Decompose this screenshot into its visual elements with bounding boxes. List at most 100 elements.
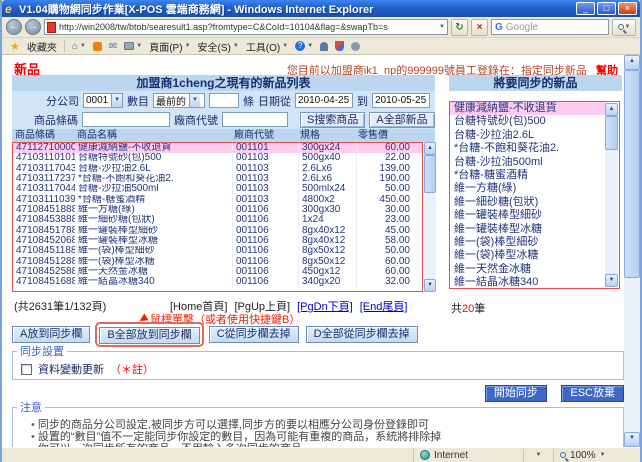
security-zone: Internet: [414, 449, 524, 462]
sync-list-item[interactable]: 維一方糖(綠): [450, 182, 606, 195]
date-to-input[interactable]: 2010-05-25: [372, 93, 430, 108]
date-to-label: 到: [357, 93, 368, 109]
sync-list-item[interactable]: 台糖-沙拉油2.6L: [450, 129, 606, 142]
mail-icon[interactable]: ✉: [109, 41, 117, 52]
table-row[interactable]: 4710311010105 台糖特號砂(包)500 001103 500gx40…: [13, 153, 422, 163]
menu-tools[interactable]: 工具(O) ▼: [246, 39, 288, 54]
sync-list-item[interactable]: 台糖特號砂(包)500: [450, 115, 606, 128]
cell-spec: 500mlx24: [298, 184, 356, 194]
browser-window: e V1.04購物網同步作業[X-POS 雲端商務網] - Windows In…: [0, 0, 642, 462]
back-button[interactable]: ←: [6, 19, 22, 35]
cell-vendor: 001106: [232, 226, 298, 236]
favorites-label[interactable]: 收藏夾: [27, 39, 57, 54]
count-input[interactable]: [209, 93, 239, 108]
address-dropdown-icon[interactable]: ▼: [439, 24, 445, 30]
table-row[interactable]: 4711271000090 健康減納鹽-不收退貨 001101 300gx24 …: [13, 143, 422, 153]
url-text[interactable]: http://win2008/tw/btob/searesult1.asp?fr…: [59, 22, 436, 32]
notice-legend: 注意: [17, 399, 45, 415]
minimize-button[interactable]: _: [576, 2, 595, 15]
sync-list-item[interactable]: 台糖-沙拉油500ml: [450, 156, 606, 169]
table-scrollbar[interactable]: ▲ ▼: [424, 142, 436, 292]
print-button[interactable]: ▼: [124, 42, 142, 50]
favorites-star-icon[interactable]: ★: [10, 40, 20, 53]
update-checkbox[interactable]: [21, 364, 32, 375]
sync-list-item[interactable]: 維一罐裝棒型細砂: [450, 209, 606, 222]
table-row[interactable]: 4710845118889 維一(袋)棒型細砂 001106 8gx50x12 …: [13, 246, 422, 256]
sync-list-item[interactable]: 維一(袋)棒型細砂: [450, 236, 606, 249]
table-row[interactable]: 4710845206887 維一罐裝棒型冰糖 001106 8gx40x12 5…: [13, 236, 422, 246]
sync-list-item[interactable]: 維一罐裝棒型冰糖: [450, 223, 606, 236]
close-button[interactable]: ×: [618, 2, 637, 15]
cell-vendor: 001103: [232, 195, 298, 205]
help-button[interactable]: ? ▼: [295, 41, 313, 51]
table-row[interactable]: 4710845258882 維一天然金冰糖 001106 450gx12 60.…: [13, 267, 422, 277]
table-row[interactable]: 4710311103913 *台糖-糖蜜酒精 001103 4800x2 450…: [13, 195, 422, 205]
search-button[interactable]: ▼: [612, 19, 636, 36]
stop-button[interactable]: ×: [471, 19, 488, 36]
add-to-sync-button[interactable]: A放到同步欄: [12, 326, 90, 343]
table-row[interactable]: 4710845128888 維一(袋)棒型冰糖 001106 8gx50x12 …: [13, 257, 422, 267]
cell-price: 50.00: [356, 246, 422, 256]
barcode-input[interactable]: [82, 112, 170, 127]
scroll-thumb[interactable]: [424, 155, 436, 193]
menu-page[interactable]: 頁面(P) ▼: [149, 39, 190, 54]
branch-select[interactable]: 0001▼: [83, 93, 123, 108]
page-scrollbar[interactable]: ▲ ▼: [624, 55, 640, 447]
protected-mode-section[interactable]: ▼: [524, 449, 554, 462]
cell-vendor: 001103: [232, 174, 298, 184]
zoom-control[interactable]: 100% ▼: [554, 449, 640, 462]
sync-list-scrollbar[interactable]: ▲ ▼: [605, 103, 618, 287]
shield-icon[interactable]: [335, 41, 344, 51]
cell-spec: 300gx24: [298, 143, 356, 153]
refresh-button[interactable]: ↻: [451, 19, 468, 36]
sync-list-item[interactable]: 維一結晶冰糖340: [450, 276, 606, 289]
scroll-up-icon: ▲: [605, 103, 618, 116]
table-row[interactable]: 4710845168884 維一結晶冰糖340 001106 340gx20 3…: [13, 277, 422, 287]
cell-barcode: 4710845128888: [13, 257, 75, 267]
maximize-button[interactable]: □: [597, 2, 616, 15]
date-from-input[interactable]: 2010-04-25: [295, 93, 353, 108]
zone-label: Internet: [434, 450, 468, 461]
sync-list-item[interactable]: 維一(袋)棒型冰糖: [450, 249, 606, 262]
sync-list-item[interactable]: 健康減納鹽-不收退貨: [450, 102, 606, 115]
cell-price: 30.00: [356, 205, 422, 215]
page-end-link[interactable]: [End尾頁]: [360, 298, 408, 314]
remove-from-sync-button[interactable]: C從同步欄去掉: [209, 326, 299, 343]
address-bar[interactable]: http://win2008/tw/btob/searesult1.asp?fr…: [44, 19, 448, 35]
home-button[interactable]: ⌂ ▼: [72, 41, 86, 52]
all-products-button[interactable]: A全部新品: [369, 112, 434, 128]
table-row[interactable]: 4710845178883 維一罐裝棒型細砂 001106 8gx40x12 4…: [13, 226, 422, 236]
update-note: （＊註）: [110, 361, 154, 377]
menu-safety[interactable]: 安全(S) ▼: [198, 39, 239, 54]
sync-list-item[interactable]: *台糖-不飽和葵花油2.: [450, 142, 606, 155]
table-row[interactable]: 4710311704318 台糖-沙拉油2.6L 001103 2.6Lx6 1…: [13, 164, 422, 174]
remove-all-from-sync-button[interactable]: D全部從同步欄去掉: [306, 326, 418, 343]
vendor-label: 廠商代號: [174, 112, 218, 128]
sync-list-item[interactable]: 維一天然金冰糖: [450, 263, 606, 276]
user-icon[interactable]: [320, 42, 328, 51]
cell-price: 58.00: [356, 236, 422, 246]
scroll-thumb[interactable]: [624, 70, 640, 278]
add-all-to-sync-button[interactable]: B全部放到同步欄: [99, 327, 199, 344]
sync-list-item[interactable]: 維一細砂糖(包狀): [450, 196, 606, 209]
search-box[interactable]: G Google: [491, 19, 609, 35]
forward-button[interactable]: →: [25, 19, 41, 35]
table-row[interactable]: 4710311704417 台糖-沙拉油500ml 001103 500mlx2…: [13, 184, 422, 194]
scroll-thumb[interactable]: [605, 116, 618, 150]
table-row[interactable]: 4710845188882 維一方糖(綠) 001106 300gx30 30.…: [13, 205, 422, 215]
search-products-button[interactable]: S搜索商品: [300, 112, 365, 128]
count-select[interactable]: 最前的▼: [153, 93, 205, 108]
command-toolbar: ★ 收藏夾 ⌂ ▼ ✉ ▼ 頁面(P) ▼ 安全(S) ▼ 工具(O) ▼ ? …: [2, 38, 640, 55]
cell-spec: 2.6Lx6: [298, 174, 356, 184]
cell-spec: 2.6Lx6: [298, 164, 356, 174]
cell-price: 50.00: [356, 184, 422, 194]
table-row[interactable]: 4710311723715 *台糖-不飽和葵花油2. 001103 2.6Lx6…: [13, 174, 422, 184]
gear-icon[interactable]: [351, 42, 360, 51]
cell-price: 139.00: [356, 164, 422, 174]
rss-feed-icon[interactable]: [93, 42, 102, 51]
table-row[interactable]: 4710845388886 維一細砂糖(包狀) 001106 1x24 23.0…: [13, 215, 422, 225]
cell-spec: 4800x2: [298, 195, 356, 205]
sync-list-item[interactable]: *台糖-糖蜜酒精: [450, 169, 606, 182]
page-down-link[interactable]: [PgDn下頁]: [297, 298, 353, 314]
vendor-input[interactable]: [222, 112, 288, 127]
